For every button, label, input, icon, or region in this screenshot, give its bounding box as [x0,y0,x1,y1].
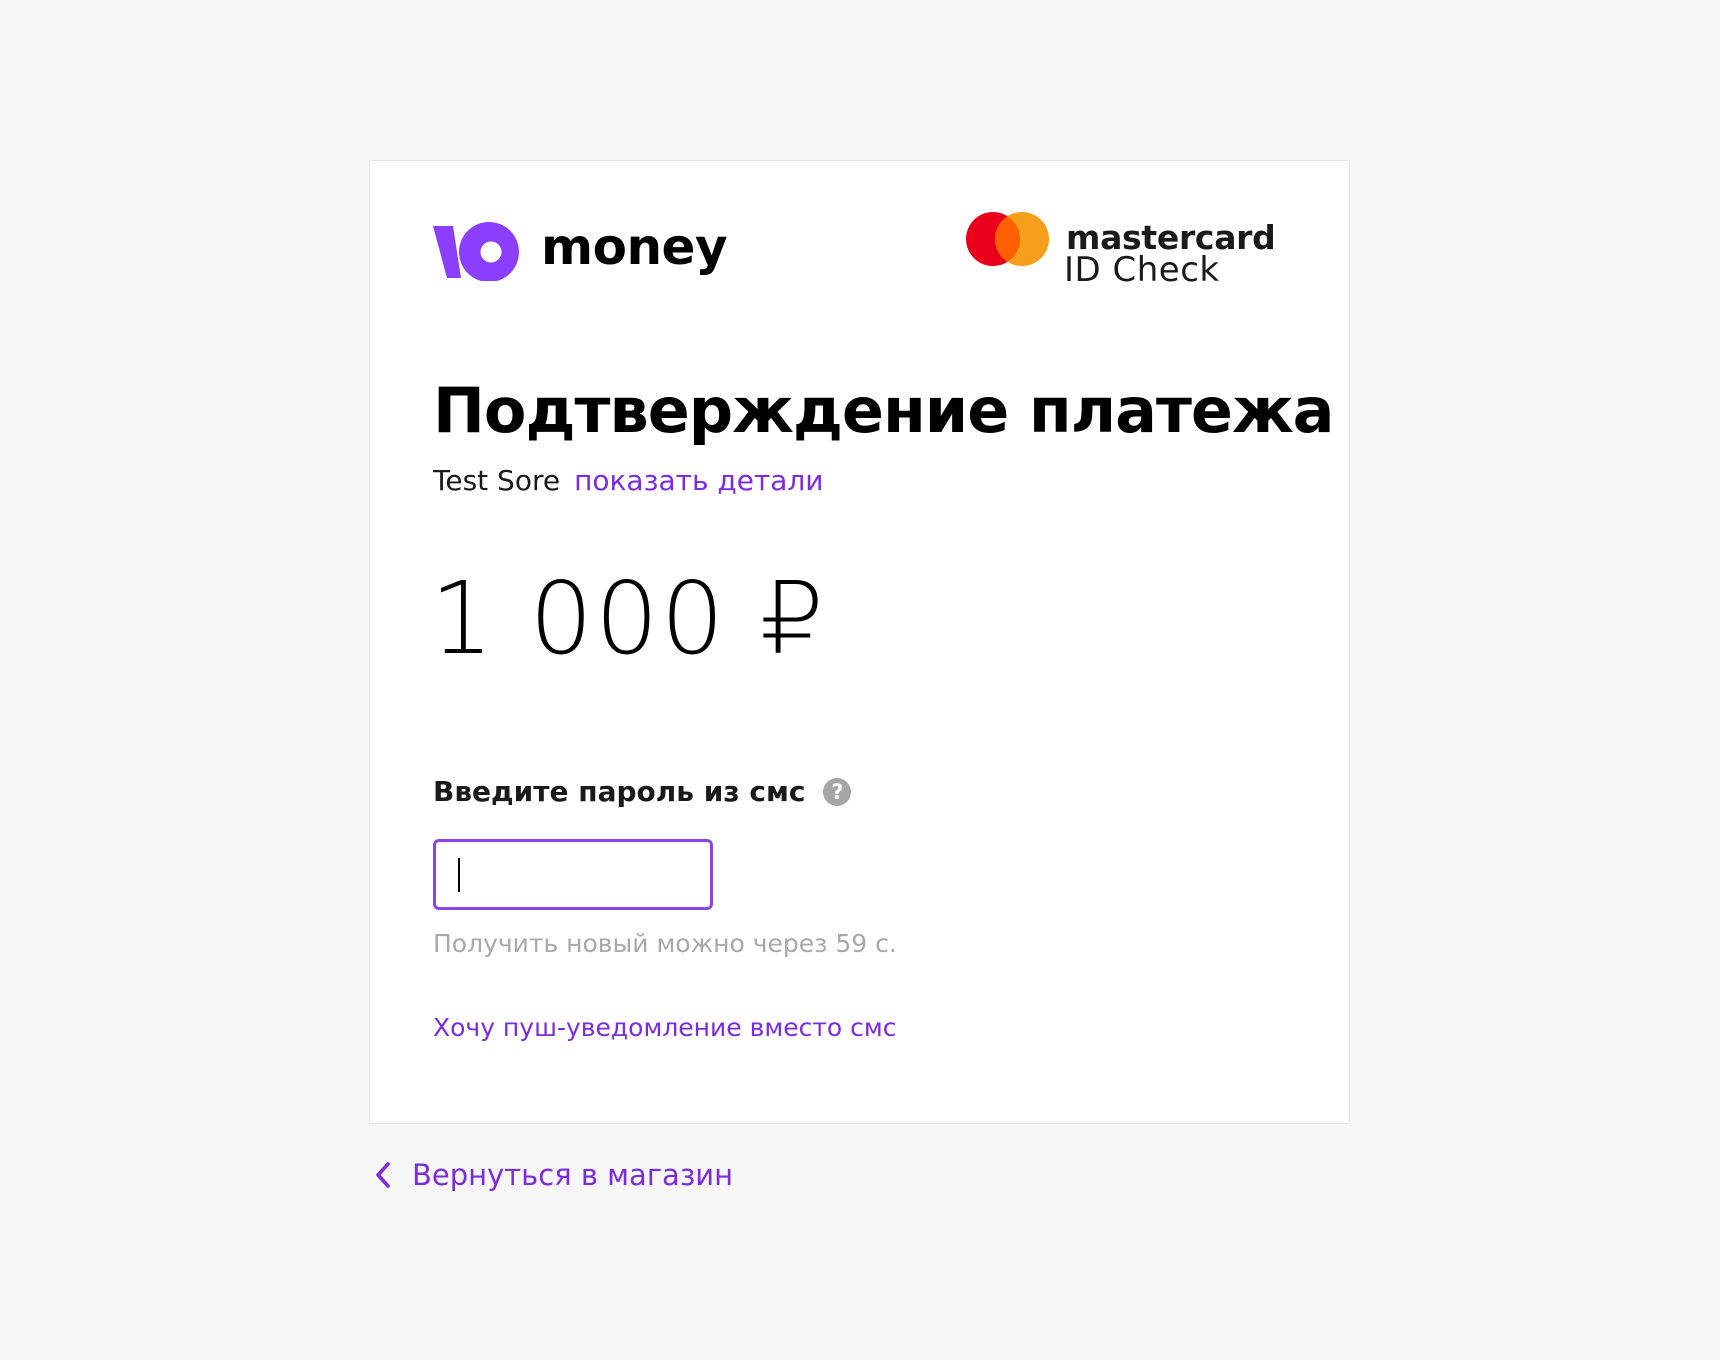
yoomoney-mark-icon [433,222,519,281]
push-notification-link[interactable]: Хочу пуш-уведомление вместо смс [433,1013,896,1042]
id-check-label: ID Check [1064,250,1220,290]
otp-label-row: Введите пароль из смс ? [433,775,852,808]
merchant-name: Test Sore [433,464,561,497]
show-details-link[interactable]: показать детали [574,464,823,497]
page-title: Подтверждение платежа [433,374,1334,447]
yoomoney-logo: money [433,213,728,285]
yoomoney-wordmark: money [541,218,728,276]
mastercard-circles-icon [966,212,1049,266]
back-to-store-link[interactable]: Вернуться в магазин [372,1158,733,1192]
merchant-row: Test Sore показать детали [433,463,824,499]
payment-amount: 1 000 ₽ [430,560,826,677]
payment-confirmation-card: money mastercard ID Check Подтверждение … [369,160,1350,1124]
resend-timer-hint: Получить новый можно через 59 с. [433,929,897,958]
chevron-left-icon [376,1162,390,1188]
question-circle-icon[interactable]: ? [823,777,852,806]
otp-label: Введите пароль из смс [433,775,806,808]
mastercard-id-check-logo: mastercard ID Check [963,211,1283,293]
sms-code-input[interactable] [433,839,713,910]
back-link-label: Вернуться в магазин [412,1158,734,1192]
